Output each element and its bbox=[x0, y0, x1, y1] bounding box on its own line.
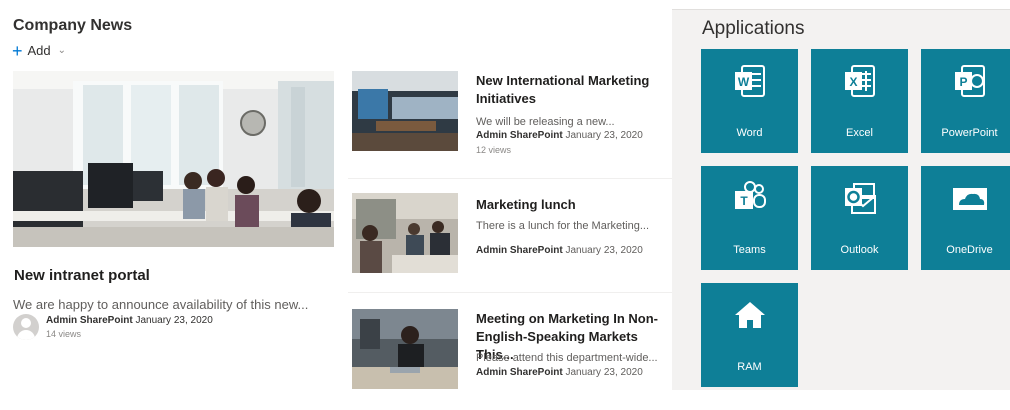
view-count: 14 views bbox=[46, 329, 82, 339]
app-tile-label: RAM bbox=[737, 361, 762, 373]
hero-news-description: We are happy to announce availability of… bbox=[13, 297, 309, 312]
view-count: 12 views bbox=[476, 145, 512, 155]
hero-news-image[interactable] bbox=[13, 71, 334, 247]
company-news-webpart: Company News + Add ⌄ New intranet portal… bbox=[0, 0, 672, 389]
publish-date: January 23, 2020 bbox=[565, 367, 643, 378]
author-name[interactable]: Admin SharePoint bbox=[476, 245, 563, 256]
app-tile-excel[interactable]: X Excel bbox=[811, 49, 908, 153]
news-item-description: We will be releasing a new... bbox=[476, 116, 615, 128]
news-item-thumbnail[interactable] bbox=[352, 71, 458, 151]
outlook-icon bbox=[811, 180, 908, 220]
chevron-down-icon: ⌄ bbox=[57, 45, 67, 56]
author-name[interactable]: Admin SharePoint bbox=[46, 315, 133, 326]
news-item-thumbnail[interactable] bbox=[352, 309, 458, 389]
svg-text:X: X bbox=[849, 75, 857, 89]
app-tile-onedrive[interactable]: OneDrive bbox=[921, 166, 1010, 270]
app-tile-label: OneDrive bbox=[946, 244, 993, 256]
news-item[interactable]: Meeting on Marketing In Non-English-Spea… bbox=[348, 300, 672, 410]
app-tile-label: PowerPoint bbox=[941, 127, 998, 139]
publish-date: January 23, 2020 bbox=[135, 315, 213, 326]
news-section-title: Company News bbox=[13, 17, 133, 34]
app-tile-powerpoint[interactable]: P PowerPoint bbox=[921, 49, 1010, 153]
news-item-byline: Admin SharePoint January 23, 2020 bbox=[476, 245, 643, 256]
word-icon: W bbox=[701, 63, 798, 103]
divider bbox=[348, 178, 672, 179]
app-tile-label: Excel bbox=[846, 127, 873, 139]
news-item-thumbnail[interactable] bbox=[352, 193, 458, 273]
hero-news-byline: Admin SharePoint January 23, 2020 bbox=[46, 315, 213, 326]
applications-webpart: Applications W Word X Excel P PowerPoint… bbox=[672, 10, 1010, 390]
onedrive-icon bbox=[921, 180, 1010, 220]
add-news-button[interactable]: + Add ⌄ bbox=[12, 40, 67, 61]
author-avatar bbox=[13, 314, 39, 340]
news-item-byline: Admin SharePoint January 23, 2020 bbox=[476, 367, 643, 378]
svg-text:T: T bbox=[740, 194, 748, 208]
svg-text:P: P bbox=[959, 75, 967, 89]
news-item-description: Please attend this department-wide... bbox=[476, 352, 658, 364]
news-item-description: There is a lunch for the Marketing... bbox=[476, 220, 650, 232]
powerpoint-icon: P bbox=[921, 63, 1010, 103]
app-tile-ram[interactable]: RAM bbox=[701, 283, 798, 387]
app-tile-label: Teams bbox=[733, 244, 766, 256]
author-name[interactable]: Admin SharePoint bbox=[476, 367, 563, 378]
hero-news-title[interactable]: New intranet portal bbox=[14, 267, 150, 284]
app-tile-label: Word bbox=[736, 127, 763, 139]
news-item-byline: Admin SharePoint January 23, 2020 bbox=[476, 130, 643, 141]
news-item-title[interactable]: Marketing lunch bbox=[476, 196, 672, 214]
author-name[interactable]: Admin SharePoint bbox=[476, 130, 563, 141]
teams-icon: T bbox=[701, 180, 798, 220]
svg-text:W: W bbox=[737, 75, 749, 89]
publish-date: January 23, 2020 bbox=[565, 130, 643, 141]
plus-icon: + bbox=[12, 40, 23, 61]
app-tile-teams[interactable]: T Teams bbox=[701, 166, 798, 270]
news-item-title[interactable]: New International Marketing Initiatives bbox=[476, 72, 672, 108]
app-tile-label: Outlook bbox=[840, 244, 879, 256]
news-item[interactable]: New International Marketing Initiatives … bbox=[348, 68, 672, 178]
app-tile-word[interactable]: W Word bbox=[701, 49, 798, 153]
home-icon bbox=[701, 297, 798, 337]
news-item[interactable]: Marketing lunch There is a lunch for the… bbox=[348, 186, 672, 296]
applications-title: Applications bbox=[702, 18, 805, 39]
excel-icon: X bbox=[811, 63, 908, 103]
divider bbox=[348, 292, 672, 293]
add-label: Add bbox=[27, 43, 51, 58]
publish-date: January 23, 2020 bbox=[565, 245, 643, 256]
app-tile-outlook[interactable]: Outlook bbox=[811, 166, 908, 270]
